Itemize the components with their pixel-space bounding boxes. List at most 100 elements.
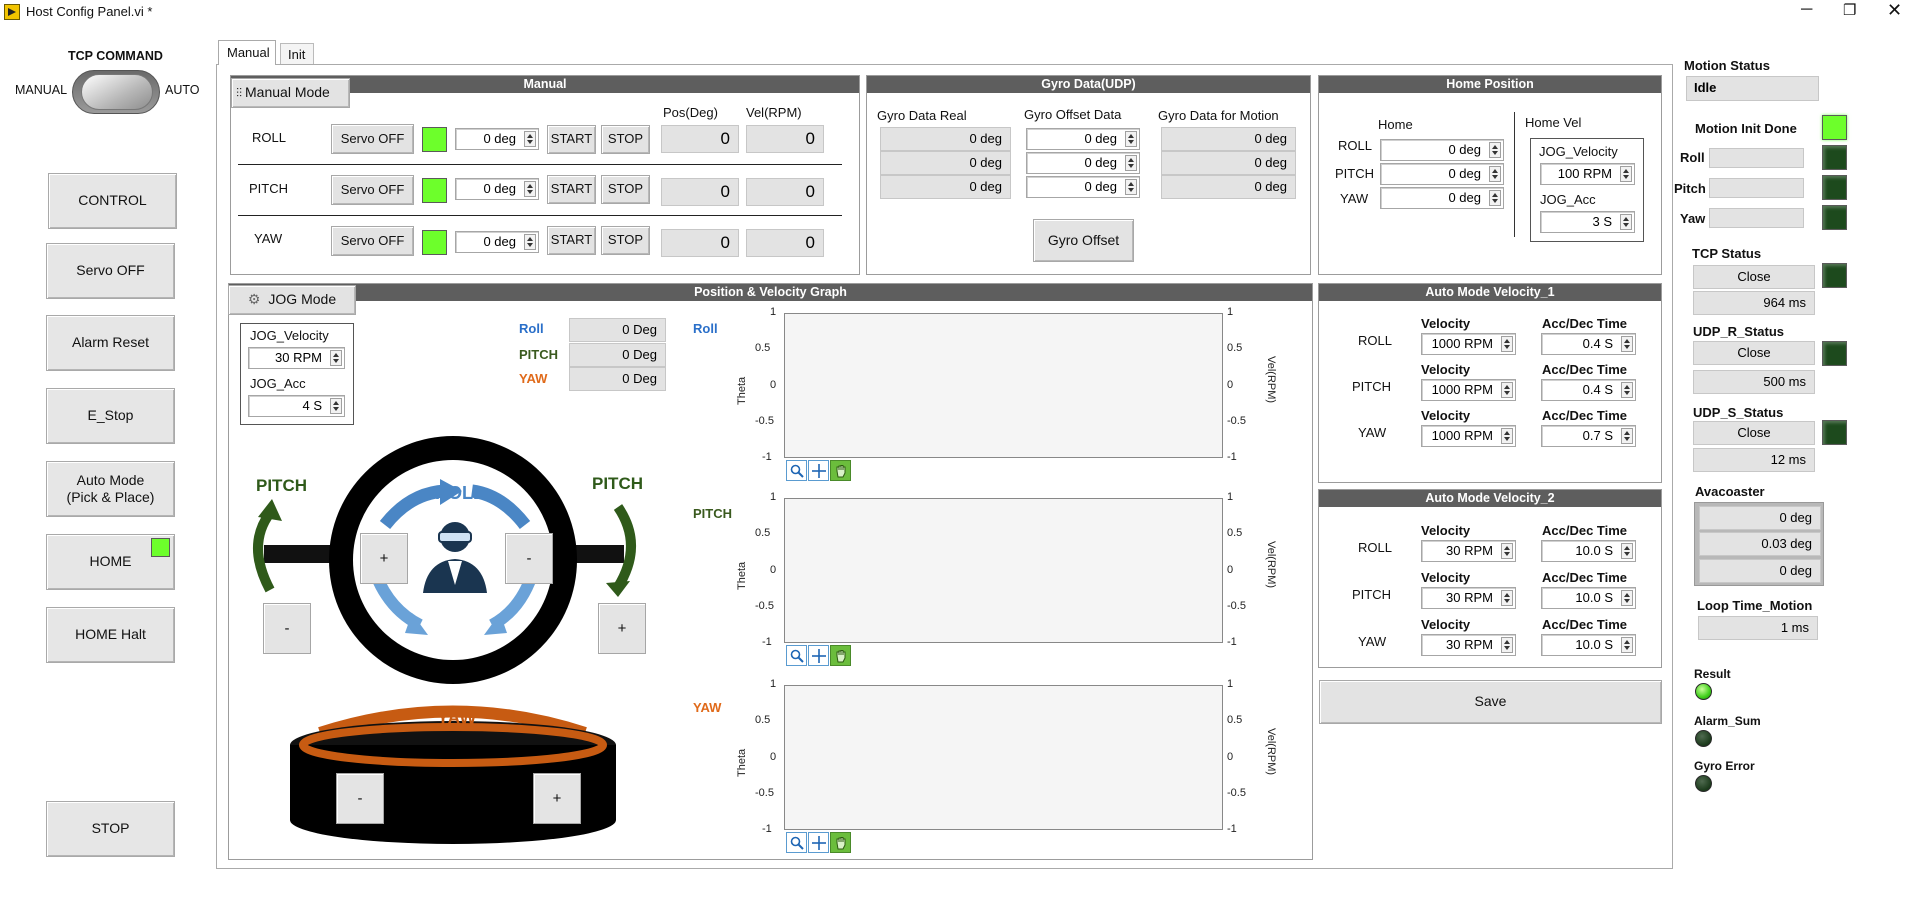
- crosshair-icon[interactable]: [808, 645, 829, 666]
- auto_vel_2-acc-input[interactable]: 10.0 S: [1541, 634, 1636, 656]
- auto_vel_1-velocity-input[interactable]: 1000 RPM: [1421, 333, 1516, 355]
- home-yaw-input[interactable]: 0 deg: [1380, 187, 1504, 209]
- home-jog-acc-label: JOG_Acc: [1540, 192, 1596, 207]
- restore-icon[interactable]: ❐: [1843, 1, 1856, 19]
- yaw-start-button[interactable]: START: [547, 226, 596, 255]
- home-button[interactable]: HOME: [46, 534, 175, 590]
- auto_vel_1-acc-input[interactable]: 0.7 S: [1541, 425, 1636, 447]
- roll-minus-button[interactable]: -: [505, 533, 553, 584]
- pitch-minus-button[interactable]: -: [263, 603, 311, 654]
- zoom-icon[interactable]: [786, 645, 807, 666]
- pan-hand-icon[interactable]: [830, 460, 851, 481]
- home-led: [151, 538, 170, 557]
- spinner-icon[interactable]: [524, 181, 536, 197]
- spinner-icon[interactable]: [1620, 214, 1632, 230]
- auto-mode-button[interactable]: Auto Mode (Pick & Place): [46, 461, 175, 517]
- spinner-icon[interactable]: [1125, 155, 1137, 171]
- spinner-icon[interactable]: [1489, 190, 1501, 206]
- pan-hand-icon[interactable]: [830, 832, 851, 853]
- spinner-icon[interactable]: [1501, 637, 1513, 653]
- auto_vel_2-velocity-input[interactable]: 30 RPM: [1421, 540, 1516, 562]
- yaw-stop-button[interactable]: STOP: [601, 226, 650, 255]
- auto_vel_2-acc-input[interactable]: 10.0 S: [1541, 587, 1636, 609]
- yaw-plus-button[interactable]: +: [533, 773, 581, 824]
- auto_vel_1-acc-input[interactable]: 0.4 S: [1541, 333, 1636, 355]
- home-jog-velocity-input[interactable]: 100 RPM: [1540, 163, 1635, 185]
- roll-plus-button[interactable]: +: [360, 533, 408, 584]
- jog-mode-button[interactable]: ⚙ JOG Mode: [228, 285, 356, 315]
- auto_vel_2-acc-input[interactable]: 10.0 S: [1541, 540, 1636, 562]
- pitch-plus-button[interactable]: +: [598, 603, 646, 654]
- avacoaster-0: 0 deg: [1699, 506, 1821, 530]
- yaw-servo-off-button[interactable]: Servo OFF: [331, 226, 414, 256]
- control-button[interactable]: CONTROL: [48, 173, 177, 229]
- crosshair-icon[interactable]: [808, 832, 829, 853]
- spinner-icon[interactable]: [1621, 637, 1633, 653]
- auto_vel_1-velocity-input[interactable]: 1000 RPM: [1421, 379, 1516, 401]
- gyro-offset-yaw-input[interactable]: 0 deg: [1026, 176, 1140, 198]
- manual-mode-button[interactable]: ⫶⫶ Manual Mode: [231, 78, 350, 108]
- gyro-motion-label: Gyro Data for Motion: [1158, 108, 1279, 123]
- gyro-offset-roll-input[interactable]: 0 deg: [1026, 128, 1140, 150]
- gyro-offset-button[interactable]: Gyro Offset: [1033, 219, 1134, 262]
- home-halt-button[interactable]: HOME Halt: [46, 607, 175, 663]
- crosshair-icon[interactable]: [808, 460, 829, 481]
- yaw-jog-deg-input[interactable]: 0 deg: [455, 231, 539, 253]
- tab-manual[interactable]: Manual: [218, 40, 276, 65]
- spinner-icon[interactable]: [1621, 428, 1633, 444]
- spinner-icon[interactable]: [1621, 382, 1633, 398]
- spinner-icon[interactable]: [1125, 131, 1137, 147]
- pan-hand-icon[interactable]: [830, 645, 851, 666]
- spinner-icon[interactable]: [1501, 428, 1513, 444]
- pitch-servo-off-button[interactable]: Servo OFF: [331, 175, 414, 205]
- auto_vel_2-velocity-input[interactable]: 30 RPM: [1421, 634, 1516, 656]
- tcp-status-label: TCP Status: [1692, 246, 1762, 261]
- save-button[interactable]: Save: [1319, 680, 1662, 724]
- stop-button[interactable]: STOP: [46, 801, 175, 857]
- pitch-start-button[interactable]: START: [547, 175, 596, 204]
- auto_vel_1-acc-input[interactable]: 0.4 S: [1541, 379, 1636, 401]
- home-pitch-input[interactable]: 0 deg: [1380, 163, 1504, 185]
- auto_vel_1-velocity-input[interactable]: 1000 RPM: [1421, 425, 1516, 447]
- jog-velocity-input[interactable]: 30 RPM: [248, 347, 345, 369]
- spinner-icon[interactable]: [1621, 543, 1633, 559]
- jog-acc-input[interactable]: 4 S: [248, 395, 345, 417]
- pitch-jog-deg-input[interactable]: 0 deg: [455, 178, 539, 200]
- spinner-icon[interactable]: [330, 350, 342, 366]
- spinner-icon[interactable]: [1501, 336, 1513, 352]
- spinner-icon[interactable]: [1620, 166, 1632, 182]
- spinner-icon[interactable]: [1501, 590, 1513, 606]
- spinner-icon[interactable]: [1501, 382, 1513, 398]
- spinner-icon[interactable]: [1621, 336, 1633, 352]
- spinner-icon[interactable]: [330, 398, 342, 414]
- home-jog-acc-input[interactable]: 3 S: [1540, 211, 1635, 233]
- spinner-icon[interactable]: [1125, 179, 1137, 195]
- roll-servo-off-button[interactable]: Servo OFF: [331, 124, 414, 154]
- spinner-icon[interactable]: [1489, 142, 1501, 158]
- auto_vel_2-velocity-input[interactable]: 30 RPM: [1421, 587, 1516, 609]
- tcp-command-toggle[interactable]: [72, 70, 160, 114]
- pitch-stop-button[interactable]: STOP: [601, 175, 650, 204]
- spinner-icon[interactable]: [524, 131, 536, 147]
- close-icon[interactable]: ✕: [1887, 0, 1902, 21]
- graph-0-left-tick: -1: [762, 451, 772, 463]
- home-roll-input[interactable]: 0 deg: [1380, 139, 1504, 161]
- tab-init[interactable]: Init: [280, 43, 314, 65]
- zoom-icon[interactable]: [786, 460, 807, 481]
- gyro-offset-pitch-input[interactable]: 0 deg: [1026, 152, 1140, 174]
- spinner-icon[interactable]: [524, 234, 536, 250]
- minimize-icon[interactable]: ─: [1801, 1, 1812, 19]
- yaw-minus-button[interactable]: -: [336, 773, 384, 824]
- zoom-icon[interactable]: [786, 832, 807, 853]
- alarm-reset-button[interactable]: Alarm Reset: [46, 315, 175, 371]
- udp-r-status-indicator: Close: [1693, 341, 1815, 365]
- e-stop-button[interactable]: E_Stop: [46, 388, 175, 444]
- spinner-icon[interactable]: [1501, 543, 1513, 559]
- row-divider: [238, 215, 842, 216]
- roll-stop-button[interactable]: STOP: [601, 125, 650, 154]
- servo-off-button[interactable]: Servo OFF: [46, 243, 175, 299]
- spinner-icon[interactable]: [1621, 590, 1633, 606]
- roll-start-button[interactable]: START: [547, 125, 596, 154]
- spinner-icon[interactable]: [1489, 166, 1501, 182]
- roll-jog-deg-input[interactable]: 0 deg: [455, 128, 539, 150]
